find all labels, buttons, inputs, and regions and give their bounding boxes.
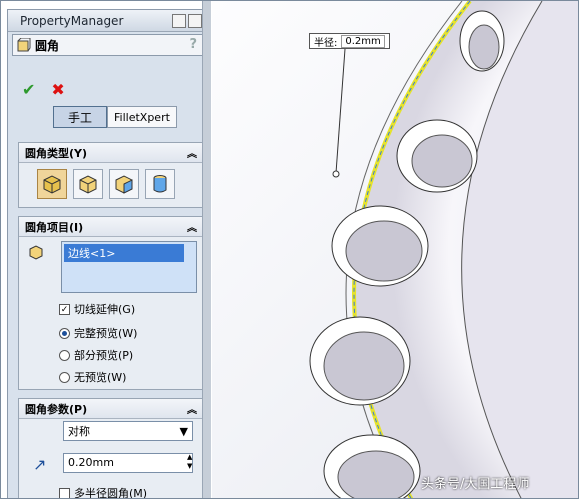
cube-fillet-icon	[43, 175, 61, 194]
app-frame: PropertyManager 圆角 ? ✔ ✖ 手工 FilletXpert …	[0, 0, 579, 499]
feature-header: 圆角 ?	[12, 34, 204, 56]
collapse-chevron-icon[interactable]: ︽	[187, 219, 197, 234]
cube-face-icon	[115, 175, 133, 194]
fillet-type-buttons	[19, 163, 203, 199]
no-preview-radio[interactable]	[59, 371, 70, 383]
full-round-fillet-button[interactable]	[145, 169, 175, 199]
panel-title-bar: PropertyManager	[8, 10, 206, 32]
expand-icon[interactable]	[188, 14, 202, 28]
ok-cancel-row: ✔ ✖	[22, 80, 65, 99]
tangent-propagation-option[interactable]: ✓ 切线延伸(G)	[59, 301, 135, 317]
radius-spinner[interactable]: ▲ ▼	[187, 453, 197, 471]
property-manager-panel: PropertyManager 圆角 ? ✔ ✖ 手工 FilletXpert …	[7, 9, 207, 499]
no-preview-option[interactable]: 无预览(W)	[59, 369, 126, 385]
collapse-chevron-icon[interactable]: ︽	[187, 401, 197, 416]
fillet-type-header-label: 圆角类型(Y)	[25, 146, 88, 160]
partial-preview-option[interactable]: 部分预览(P)	[59, 347, 133, 363]
tangent-propagation-label: 切线延伸(G)	[74, 303, 136, 316]
full-preview-option[interactable]: 完整预览(W)	[59, 325, 137, 341]
no-preview-label: 无预览(W)	[74, 371, 127, 384]
manual-mode-button[interactable]: 手工	[53, 106, 108, 128]
radius-input[interactable]: 0.20mm	[63, 453, 193, 473]
fillet-items-group: 圆角项目(I) ︽ 边线<1> ✓ 切线延伸(G) 完整预览(W) 部分预览(P…	[18, 216, 204, 390]
full-preview-radio[interactable]	[59, 327, 70, 339]
full-preview-label: 完整预览(W)	[74, 327, 138, 340]
face-fillet-button[interactable]	[109, 169, 139, 199]
fillet-icon	[17, 38, 31, 52]
bolt-hole-inner	[411, 134, 473, 188]
tangent-propagation-checkbox[interactable]: ✓	[59, 303, 70, 315]
cube-variable-icon	[79, 175, 97, 194]
watermark: 头条号/大国工程师	[421, 477, 530, 492]
filletxpert-button[interactable]: FilletXpert	[107, 106, 177, 128]
multi-radius-option[interactable]: 多半径圆角(M)	[59, 485, 148, 499]
collapse-chevron-icon[interactable]: ︽	[187, 145, 197, 160]
feature-name: 圆角	[35, 38, 60, 53]
part-model	[309, 1, 578, 498]
fillet-type-group: 圆角类型(Y) ︽	[18, 142, 204, 208]
fillet-params-header[interactable]: 圆角参数(P) ︽	[19, 399, 203, 419]
panel-scrollbar[interactable]	[202, 1, 211, 498]
radius-icon: ↗	[33, 455, 47, 474]
cancel-x-icon[interactable]: ✖	[51, 80, 64, 99]
callout-label: 半径:	[314, 37, 338, 49]
callout-leader	[335, 48, 346, 174]
partial-preview-label: 部分预览(P)	[74, 349, 134, 362]
mode-tabs: 手工 FilletXpert	[53, 106, 177, 128]
fillet-params-group: 圆角参数(P) ︽ 对称 ▼ ↗ 0.20mm ▲ ▼ 多半径圆角(M)	[18, 398, 204, 499]
radius-callout[interactable]: 半径: 0.2mm	[309, 33, 390, 49]
fillet-params-header-label: 圆角参数(P)	[25, 402, 88, 416]
multi-radius-label: 多半径圆角(M)	[74, 487, 148, 499]
variable-radius-fillet-button[interactable]	[73, 169, 103, 199]
bolt-hole-inner	[345, 220, 423, 282]
panel-tools	[172, 14, 202, 28]
fillet-type-header[interactable]: 圆角类型(Y) ︽	[19, 143, 203, 163]
dropdown-arrow-icon: ▼	[179, 424, 188, 438]
callout-value[interactable]: 0.2mm	[341, 34, 385, 48]
multi-radius-checkbox[interactable]	[59, 487, 70, 498]
callout-anchor	[332, 170, 340, 178]
bolt-hole-inner	[337, 450, 415, 498]
ok-check-icon[interactable]: ✔	[22, 80, 35, 99]
fillet-items-header[interactable]: 圆角项目(I) ︽	[19, 217, 203, 237]
fillet-method-select[interactable]: 对称 ▼	[63, 421, 193, 441]
pin-icon[interactable]	[172, 14, 186, 28]
fillet-method-value: 对称	[68, 425, 90, 438]
edge-selection-icon	[29, 245, 43, 260]
panel-title: PropertyManager	[20, 13, 124, 28]
list-item[interactable]: 边线<1>	[64, 244, 184, 262]
graphics-viewport[interactable]: 半径: 0.2mm	[212, 1, 578, 498]
bolt-hole-inner	[323, 331, 405, 401]
partial-preview-radio[interactable]	[59, 349, 70, 361]
help-icon[interactable]: ?	[189, 37, 197, 52]
edge-selection-list[interactable]: 边线<1>	[61, 241, 197, 293]
bolt-hole-inner	[468, 24, 500, 70]
constant-radius-fillet-button[interactable]	[37, 169, 67, 199]
fillet-items-header-label: 圆角项目(I)	[25, 220, 84, 234]
cylinder-round-icon	[153, 175, 167, 193]
